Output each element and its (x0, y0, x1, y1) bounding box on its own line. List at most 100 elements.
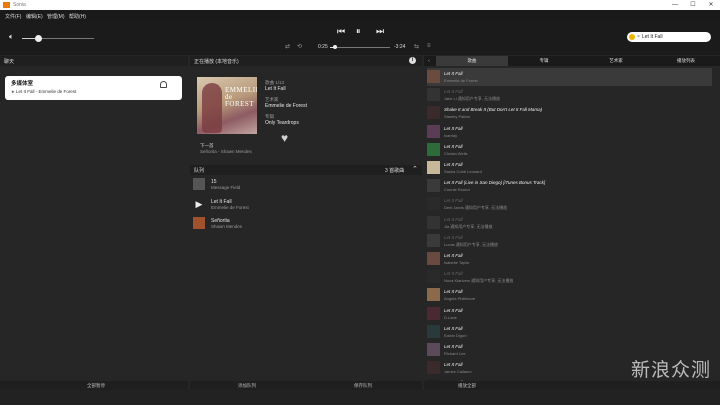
volume-slider[interactable] (22, 38, 94, 39)
result-subtitle: Jake Li 通知用户专享, 无法播放 (444, 96, 501, 102)
result-title: Let It Fall (444, 216, 463, 222)
pause-icon[interactable]: ⏸︎ (356, 26, 361, 37)
result-row[interactable]: Let It Fall Emmelie de Forest (427, 68, 712, 86)
result-row[interactable]: Let It Fall Christa Wells (427, 141, 712, 159)
next-icon[interactable]: ⏭︎ (376, 26, 384, 37)
result-subtitle: Deni Jarvis 通知用户专享, 无法播放 (444, 205, 508, 211)
result-row[interactable]: Let It Fall (Live in San Diego) [iTunes … (427, 177, 712, 195)
result-title: Let It Fall (444, 198, 463, 204)
clear-search-icon[interactable]: × (637, 34, 640, 40)
result-title: Let It Fall (444, 362, 463, 368)
track-title: Let It Fall (265, 86, 286, 92)
maximize-icon[interactable]: ☐ (684, 0, 702, 10)
window-title: Sonia (13, 1, 26, 8)
cover-text: EMMELIE de FOREST (225, 86, 257, 108)
result-thumb (427, 343, 440, 356)
app-icon (3, 2, 10, 8)
now-playing-header-label: 正在播放 (本地音乐) (194, 59, 239, 65)
results-footer: 播放全部 (424, 381, 720, 390)
volume-icon[interactable]: 🔈︎ (9, 32, 14, 42)
track-album[interactable]: Only Teardrops (265, 120, 299, 126)
headphones-icon[interactable] (160, 81, 167, 88)
chat-footer: 全部暂停 (0, 381, 188, 390)
result-subtitle: James Callaum (444, 369, 472, 375)
menu-edit[interactable]: 编辑(E) (26, 13, 43, 20)
result-row[interactable]: Shake It and Break It (But Don't Let It … (427, 104, 712, 122)
volume-knob[interactable] (35, 35, 42, 42)
tab-albums[interactable]: 专辑 (508, 56, 580, 66)
result-thumb (427, 142, 440, 156)
result-row[interactable]: Let It Fall D.Lane (427, 305, 712, 323)
search-box[interactable]: × Let It Fall (627, 32, 711, 42)
result-subtitle: Stanley Patton (444, 114, 471, 120)
queue-item-artist: Emmelie de Forest (211, 205, 249, 210)
close-icon[interactable]: ✕ (702, 0, 720, 10)
result-thumb (427, 106, 440, 120)
result-thumb (427, 124, 440, 138)
lyrics-icon[interactable]: ≡ (427, 43, 431, 49)
track-artist[interactable]: Emmelie de Forest (265, 103, 307, 109)
result-row[interactable]: Let It Fall Ivarridy (427, 123, 712, 141)
add-queue-button[interactable]: 添加队列 (238, 383, 256, 389)
progress-slider[interactable] (330, 47, 390, 48)
chat-header: 聊天 (0, 56, 188, 66)
info-icon[interactable]: i (409, 57, 416, 64)
progress-knob[interactable] (333, 45, 337, 49)
queue-item[interactable]: ▶ Let It Fall Emmelie de Forest (193, 197, 419, 212)
minimize-icon[interactable]: — (666, 0, 684, 10)
cover-figure (202, 83, 222, 133)
result-row[interactable]: Let It Fall Edwin Digori (427, 323, 712, 341)
collapse-chevron-icon[interactable]: ⌃ (412, 165, 418, 173)
chat-now-sharing: Let It Fall - Emmelie de Forest (16, 89, 77, 94)
result-title: Let It Fall (444, 234, 463, 240)
menu-manage[interactable]: 管理(M) (47, 13, 65, 20)
pause-all-button[interactable]: 全部暂停 (87, 383, 105, 389)
search-input[interactable]: Let It Fall (642, 34, 663, 40)
tab-artists[interactable]: 艺术家 (580, 56, 652, 66)
chat-room-name: 多媒体室 (11, 81, 34, 87)
chat-room-card[interactable]: 多媒体室 ► Let It Fall - Emmelie de Forest (5, 76, 182, 100)
menu-help[interactable]: 帮助(H) (69, 13, 86, 20)
result-title: Let It Fall (444, 89, 463, 95)
tab-playlists[interactable]: 播放列表 (652, 56, 720, 66)
search-results-panel: ‹ 歌曲 专辑 艺术家 播放列表 Let It Fall Emmelie de F… (424, 56, 720, 393)
next-track: Señorita - Shawn Mendes (200, 149, 252, 154)
queue-item[interactable]: 15 Message Field (193, 177, 419, 192)
now-playing-footer: 添加队列 保存队列 (190, 381, 422, 390)
queue-thumb (193, 178, 205, 190)
back-chevron-icon[interactable]: ‹ (424, 56, 434, 66)
result-subtitle: Ivarridy (444, 132, 458, 138)
result-row[interactable]: Let It Fall Lucas 通知用户专享, 无法播放 (427, 232, 712, 250)
result-subtitle: Lucas 通知用户专享, 无法播放 (444, 241, 499, 247)
result-thumb (427, 70, 440, 83)
result-row[interactable]: Let It Fall Deni Jarvis 通知用户专享, 无法播放 (427, 195, 712, 213)
repeat-icon[interactable]: ⟲ (297, 43, 302, 50)
shuffle-icon[interactable]: ⇄ (285, 43, 290, 50)
previous-icon[interactable]: ⏮︎ (337, 26, 345, 37)
menu-file[interactable]: 文件(F) (5, 13, 21, 20)
queue-item-artist: Shawn Mendes (211, 224, 243, 229)
result-title: Let It Fall (444, 253, 463, 258)
tab-songs[interactable]: 歌曲 (436, 56, 508, 66)
result-title: Let It Fall (444, 344, 463, 349)
album-cover: EMMELIE de FOREST (197, 77, 257, 134)
results-tabs: ‹ 歌曲 专辑 艺术家 播放列表 (424, 56, 720, 66)
queue-item[interactable]: Señorita Shawn Mendes (193, 216, 419, 231)
result-row[interactable]: Let It Fall Nova Klarivers 通知用户专享, 无法播放 (427, 268, 712, 286)
result-row[interactable]: Let It Fall Jia 通知用户专享, 无法播放 (427, 214, 712, 232)
result-subtitle: Sasha Cobb Leonard (444, 169, 482, 174)
result-row[interactable]: Let It Fall Sasha Cobb Leonard (427, 159, 712, 177)
result-row[interactable]: Let It Fall Isabelle Taylor (427, 250, 712, 268)
queue-thumb (193, 217, 205, 229)
play-all-button[interactable]: 播放全部 (458, 383, 476, 389)
save-queue-button[interactable]: 保存队列 (354, 383, 372, 389)
result-subtitle: Edwin Digori (444, 332, 467, 338)
result-row[interactable]: Let It Fall Jake Li 通知用户专享, 无法播放 (427, 86, 712, 104)
chat-panel: 聊天 多媒体室 ► Let It Fall - Emmelie de Fores… (0, 56, 188, 390)
crossfade-icon[interactable]: ⇆ (414, 43, 419, 50)
favorite-heart-icon[interactable]: ♥ (281, 131, 288, 145)
queue-header: 队列 3 首歌曲 ⌃ (190, 165, 422, 175)
now-playing-header: 正在播放 (本地音乐) i (190, 56, 422, 66)
playing-icon: ▶ (195, 199, 203, 209)
result-row[interactable]: Let It Fall Angela Phillimore (427, 286, 712, 304)
